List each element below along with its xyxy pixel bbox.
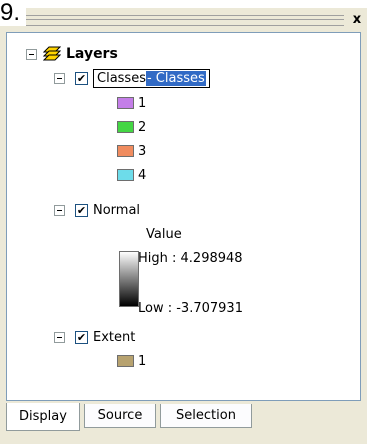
tree-row-layers[interactable]: Layers bbox=[26, 43, 118, 65]
title-bar-grip[interactable] bbox=[26, 15, 344, 26]
high-value-label: High : 4.298948 bbox=[138, 250, 243, 266]
legend-item[interactable]: 1 bbox=[117, 92, 146, 114]
legend-label: 2 bbox=[138, 119, 147, 135]
layer-row-classes[interactable]: ✔ Classes - Classes bbox=[54, 67, 210, 89]
legend-item[interactable]: 4 bbox=[117, 164, 146, 186]
layer-name: Extent bbox=[93, 329, 136, 345]
close-button[interactable]: x bbox=[349, 12, 365, 28]
layer-row-normal[interactable]: ✔ Normal bbox=[54, 199, 140, 221]
collapse-icon[interactable] bbox=[26, 48, 37, 60]
legend-swatch bbox=[117, 121, 134, 133]
step-number: 9. bbox=[0, 0, 26, 26]
legend-label: 4 bbox=[138, 167, 147, 183]
low-value-label: Low : -3.707931 bbox=[138, 300, 243, 316]
legend-heading: Value bbox=[146, 223, 182, 245]
legend-item[interactable]: 3 bbox=[117, 140, 146, 162]
layer-visibility-checkbox[interactable]: ✔ bbox=[75, 71, 88, 85]
collapse-icon[interactable] bbox=[54, 331, 65, 343]
layers-root-label: Layers bbox=[66, 46, 118, 62]
tab-display[interactable]: Display bbox=[6, 403, 80, 431]
legend-label: 3 bbox=[138, 143, 147, 159]
legend-swatch bbox=[117, 355, 134, 367]
layers-icon bbox=[43, 46, 61, 61]
legend-swatch bbox=[117, 169, 134, 181]
layer-visibility-checkbox[interactable]: ✔ bbox=[75, 330, 88, 344]
layer-name-edit-field[interactable]: Classes - Classes bbox=[93, 68, 210, 88]
tab-source[interactable]: Source bbox=[84, 404, 156, 428]
tab-selection[interactable]: Selection bbox=[160, 404, 252, 428]
legend-high: High : 4.298948 bbox=[138, 247, 243, 269]
legend-label: 1 bbox=[138, 353, 147, 369]
legend-low: Low : -3.707931 bbox=[138, 297, 243, 319]
value-heading: Value bbox=[146, 226, 182, 242]
table-of-contents: Layers ✔ Classes - Classes 1 2 3 4 ✔ Nor… bbox=[6, 32, 361, 401]
edit-field-selected-text: - Classes bbox=[145, 70, 206, 86]
color-ramp[interactable] bbox=[119, 251, 139, 307]
edit-field-text: Classes bbox=[97, 70, 146, 86]
legend-item[interactable]: 2 bbox=[117, 116, 146, 138]
legend-swatch bbox=[117, 97, 134, 109]
legend-swatch bbox=[117, 145, 134, 157]
legend-item[interactable]: 1 bbox=[117, 350, 146, 372]
layer-visibility-checkbox[interactable]: ✔ bbox=[75, 203, 88, 217]
collapse-icon[interactable] bbox=[54, 204, 65, 216]
collapse-icon[interactable] bbox=[54, 72, 65, 84]
layer-row-extent[interactable]: ✔ Extent bbox=[54, 326, 135, 348]
layer-name: Normal bbox=[93, 202, 141, 218]
legend-label: 1 bbox=[138, 95, 147, 111]
